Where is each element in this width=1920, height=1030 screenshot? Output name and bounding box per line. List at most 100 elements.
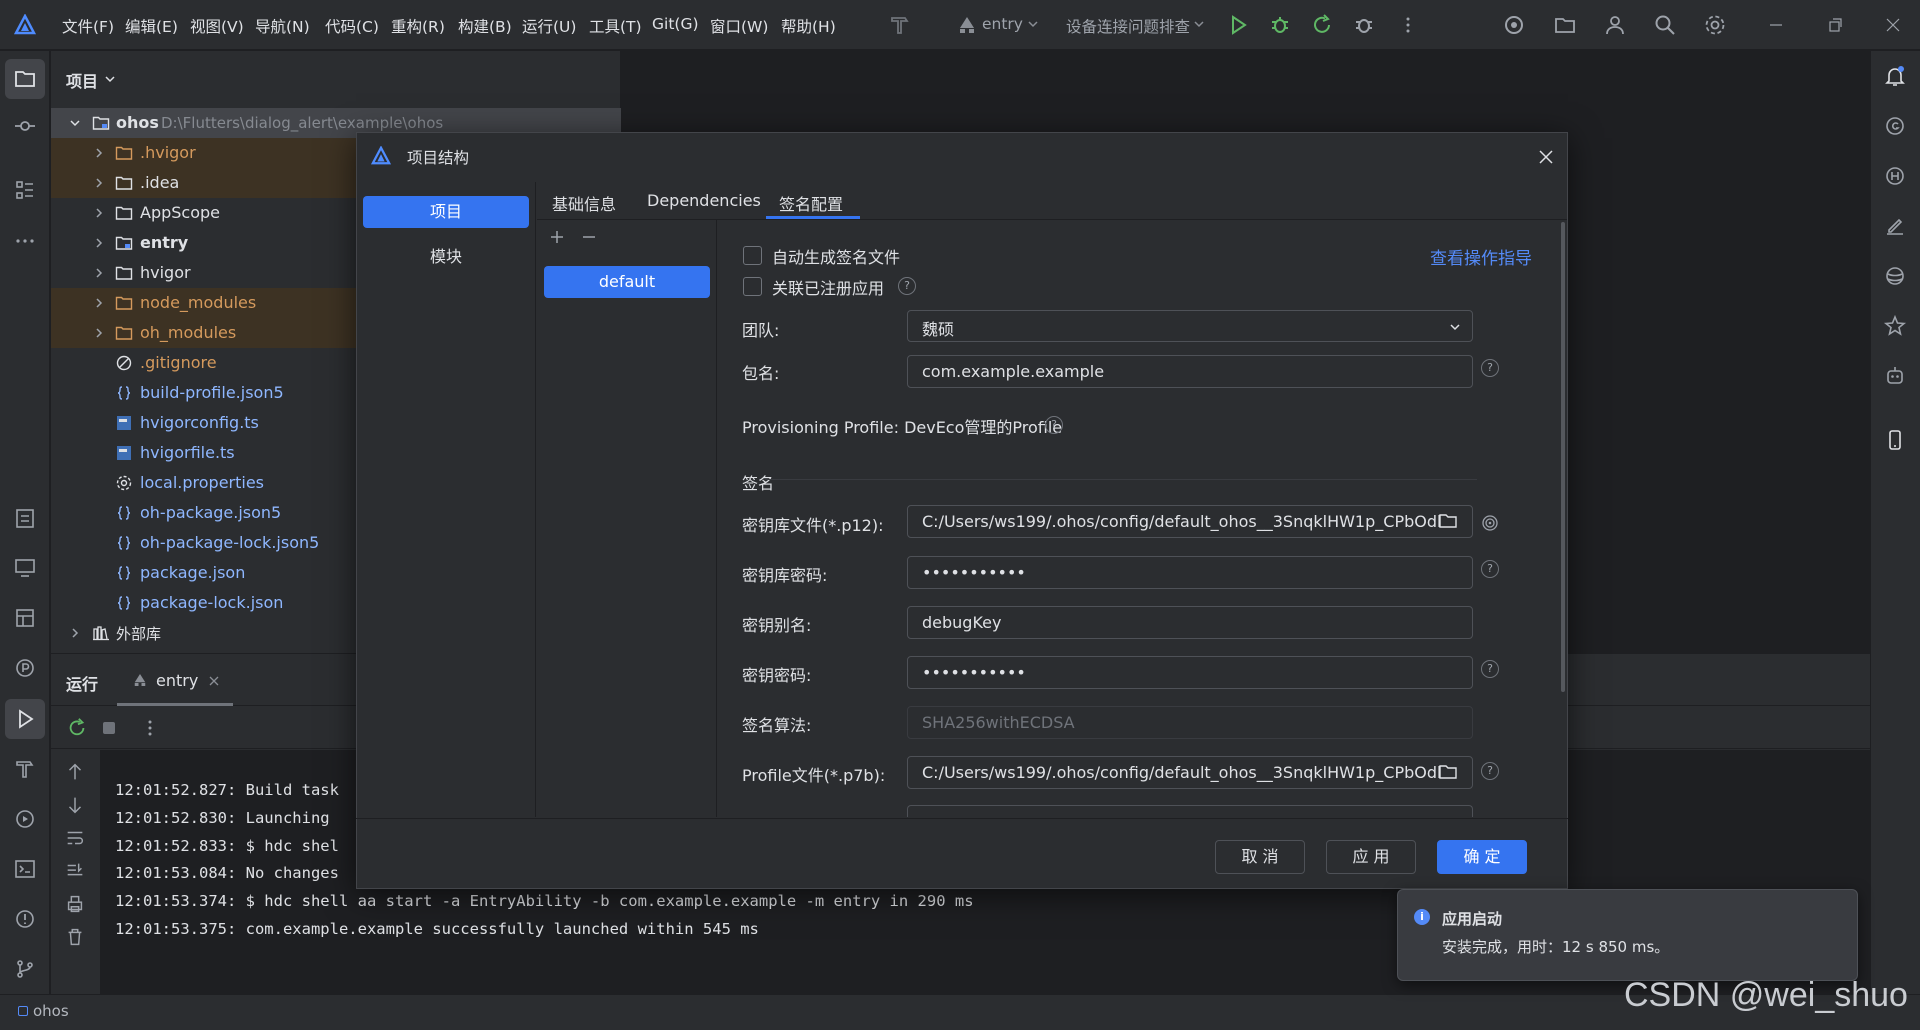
hvigor-icon[interactable] [1883, 164, 1907, 188]
apply-button[interactable]: 应 用 [1326, 840, 1416, 874]
star-plugin-icon[interactable] [1883, 314, 1907, 338]
minimize-window-icon[interactable] [1764, 13, 1788, 37]
chevron-down-icon[interactable] [1448, 320, 1462, 334]
tab-signing-configs[interactable]: 签名配置 [779, 191, 843, 215]
chevron-right-icon[interactable] [93, 297, 105, 309]
remove-icon[interactable] [581, 229, 597, 245]
terminal-icon[interactable] [13, 857, 37, 881]
commit-icon[interactable] [13, 114, 37, 138]
team-select[interactable]: 魏硕 [907, 310, 1473, 342]
menu-code[interactable]: 代码(C) [325, 15, 379, 37]
device-preview-icon[interactable] [1883, 428, 1907, 452]
database-icon[interactable] [1883, 264, 1907, 288]
scroll-up-icon[interactable] [64, 761, 86, 783]
run-icon[interactable] [1226, 13, 1250, 37]
tab-basic-info[interactable]: 基础信息 [552, 191, 616, 215]
account-icon[interactable] [1603, 13, 1627, 37]
project-panel-title[interactable]: 项目 [66, 68, 98, 92]
link-registered-checkbox[interactable] [743, 277, 762, 296]
profiler-icon[interactable] [13, 656, 37, 680]
chevron-right-icon[interactable] [93, 177, 105, 189]
rerun-icon[interactable] [66, 717, 88, 739]
close-icon[interactable] [1537, 148, 1555, 166]
edit-note-icon[interactable] [1883, 214, 1907, 238]
scroll-down-icon[interactable] [64, 794, 86, 816]
project-folder-icon[interactable] [13, 67, 37, 91]
menu-build[interactable]: 构建(B) [458, 15, 512, 37]
cancel-button[interactable]: 取 消 [1215, 840, 1305, 874]
help-icon[interactable]: ? [1481, 359, 1499, 377]
chevron-right-icon[interactable] [93, 327, 105, 339]
device-manager-icon[interactable] [13, 556, 37, 580]
config-item-default[interactable]: default [544, 266, 710, 298]
run-tool-icon[interactable] [13, 707, 37, 731]
folder-icon[interactable] [1553, 13, 1577, 37]
package-input[interactable]: com.example.example [907, 355, 1473, 388]
menu-navigate[interactable]: 导航(N) [255, 15, 310, 37]
todo-icon[interactable] [13, 506, 37, 530]
menu-run[interactable]: 运行(U) [522, 15, 576, 37]
restore-window-icon[interactable] [1823, 13, 1847, 37]
nav-item-module[interactable]: 模块 [363, 241, 529, 273]
menu-file[interactable]: 文件(F) [62, 15, 114, 37]
structure-icon[interactable] [13, 178, 37, 202]
notifications-bell-icon[interactable] [1883, 64, 1907, 88]
clipped-next-input[interactable] [907, 805, 1473, 817]
folder-browse-icon[interactable] [1438, 511, 1458, 531]
help-icon[interactable]: ? [1481, 762, 1499, 780]
add-icon[interactable] [549, 229, 565, 245]
menu-window[interactable]: 窗口(W) [710, 15, 768, 37]
debug-icon[interactable] [1268, 13, 1292, 37]
dialog-title-bar[interactable] [356, 132, 1568, 182]
guide-link[interactable]: 查看操作指导 [1430, 244, 1532, 269]
soft-wrap-icon[interactable] [64, 827, 86, 849]
trash-icon[interactable] [64, 926, 86, 948]
key-password-input[interactable]: ••••••••••• [907, 656, 1473, 689]
copilot-icon[interactable] [1502, 13, 1526, 37]
search-icon[interactable] [1653, 13, 1677, 37]
fingerprint-icon[interactable] [1481, 514, 1499, 532]
device-selector[interactable]: 设备连接问题排查 [1066, 15, 1190, 37]
auto-generate-checkbox[interactable] [743, 246, 762, 265]
status-project-name[interactable]: ohos [33, 1002, 69, 1020]
layout-icon[interactable] [13, 606, 37, 630]
attach-debugger-icon[interactable] [1352, 13, 1376, 37]
settings-gear-icon[interactable] [1703, 13, 1727, 37]
chevron-right-icon[interactable] [93, 207, 105, 219]
notification-toast[interactable] [1397, 889, 1858, 981]
chevron-down-icon[interactable] [104, 73, 116, 85]
hammer-icon[interactable] [888, 13, 912, 37]
tab-dependencies[interactable]: Dependencies [647, 191, 761, 210]
help-icon[interactable]: ? [1481, 560, 1499, 578]
build-hammer-icon[interactable] [13, 757, 37, 781]
scroll-to-end-icon[interactable] [64, 860, 86, 882]
menu-refactor[interactable]: 重构(R) [391, 15, 445, 37]
gradle-icon[interactable] [1883, 114, 1907, 138]
print-icon[interactable] [64, 893, 86, 915]
store-password-input[interactable]: ••••••••••• [907, 556, 1473, 589]
help-icon[interactable]: ? [1481, 660, 1499, 678]
chevron-right-icon[interactable] [93, 147, 105, 159]
run-config-selector[interactable]: entry [982, 15, 1023, 33]
close-tab-icon[interactable] [208, 675, 220, 687]
menu-git[interactable]: Git(G) [652, 15, 699, 33]
chevron-down-icon[interactable] [1192, 17, 1206, 31]
menu-help[interactable]: 帮助(H) [781, 15, 836, 37]
menu-edit[interactable]: 编辑(E) [125, 15, 178, 37]
services-icon[interactable] [13, 807, 37, 831]
key-alias-input[interactable]: debugKey [907, 606, 1473, 639]
chevron-down-icon[interactable] [69, 117, 81, 129]
more-vertical-icon[interactable] [140, 717, 160, 739]
menu-tools[interactable]: 工具(T) [589, 15, 642, 37]
stop-icon[interactable] [100, 719, 118, 737]
folder-browse-icon[interactable] [1438, 762, 1458, 782]
ok-button[interactable]: 确 定 [1437, 840, 1527, 874]
run-tab-entry[interactable]: entry [156, 671, 198, 690]
chevron-right-icon[interactable] [93, 267, 105, 279]
close-window-icon[interactable] [1881, 13, 1905, 37]
help-icon[interactable]: ? [898, 277, 916, 295]
menu-view[interactable]: 视图(V) [190, 15, 244, 37]
problems-icon[interactable] [13, 907, 37, 931]
more-vertical-icon[interactable] [1396, 13, 1420, 37]
chevron-right-icon[interactable] [93, 237, 105, 249]
